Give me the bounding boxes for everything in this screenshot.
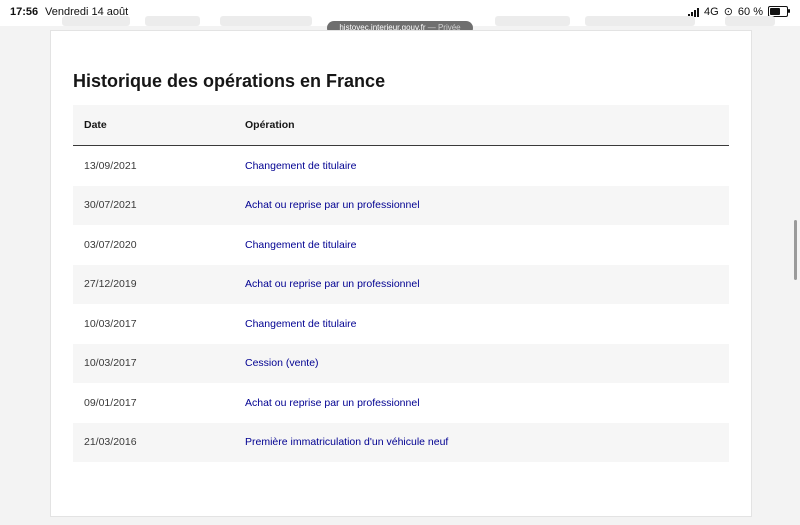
row-date: 21/03/2016 bbox=[73, 422, 245, 462]
table-row: 09/01/2017 Achat ou reprise par un profe… bbox=[73, 383, 729, 423]
column-header-operation: Opération bbox=[245, 105, 729, 146]
operation-link[interactable]: Cession (vente) bbox=[245, 357, 319, 369]
table-row: 21/03/2016 Première immatriculation d'un… bbox=[73, 422, 729, 462]
operations-table: Date Opération 13/09/2021 Changement de … bbox=[73, 105, 729, 462]
table-header-row: Date Opération bbox=[73, 105, 729, 146]
operation-link[interactable]: Première immatriculation d'un véhicule n… bbox=[245, 436, 448, 448]
table-row: 30/07/2021 Achat ou reprise par un profe… bbox=[73, 185, 729, 225]
row-date: 13/09/2021 bbox=[84, 159, 137, 172]
operation-link[interactable]: Changement de titulaire bbox=[245, 318, 357, 330]
table-row: 10/03/2017 Cession (vente) bbox=[73, 343, 729, 383]
row-date: 10/03/2017 bbox=[73, 343, 245, 383]
history-card: Historique des opérations en France Date… bbox=[50, 30, 752, 517]
page-title: Historique des opérations en France bbox=[73, 71, 386, 91]
row-date: 09/01/2017 bbox=[84, 396, 137, 409]
operation-link[interactable]: Achat ou reprise par un professionnel bbox=[245, 278, 420, 290]
row-date: 30/07/2021 bbox=[73, 185, 245, 225]
column-header-date: Date bbox=[73, 105, 245, 146]
row-date: 27/12/2019 bbox=[73, 264, 245, 304]
operation-link[interactable]: Changement de titulaire bbox=[245, 239, 357, 251]
table-row: 27/12/2019 Achat ou reprise par un profe… bbox=[73, 264, 729, 304]
operation-link[interactable]: Achat ou reprise par un professionnel bbox=[245, 199, 420, 211]
table-row: 10/03/2017 Changement de titulaire bbox=[73, 304, 729, 344]
row-date: 10/03/2017 bbox=[84, 317, 137, 330]
row-date: 03/07/2020 bbox=[84, 238, 137, 251]
operation-link[interactable]: Changement de titulaire bbox=[245, 160, 357, 172]
page-scrollbar[interactable] bbox=[794, 220, 797, 280]
table-row: 13/09/2021 Changement de titulaire bbox=[73, 146, 729, 186]
operation-link[interactable]: Achat ou reprise par un professionnel bbox=[245, 397, 420, 409]
table-row: 03/07/2020 Changement de titulaire bbox=[73, 225, 729, 265]
